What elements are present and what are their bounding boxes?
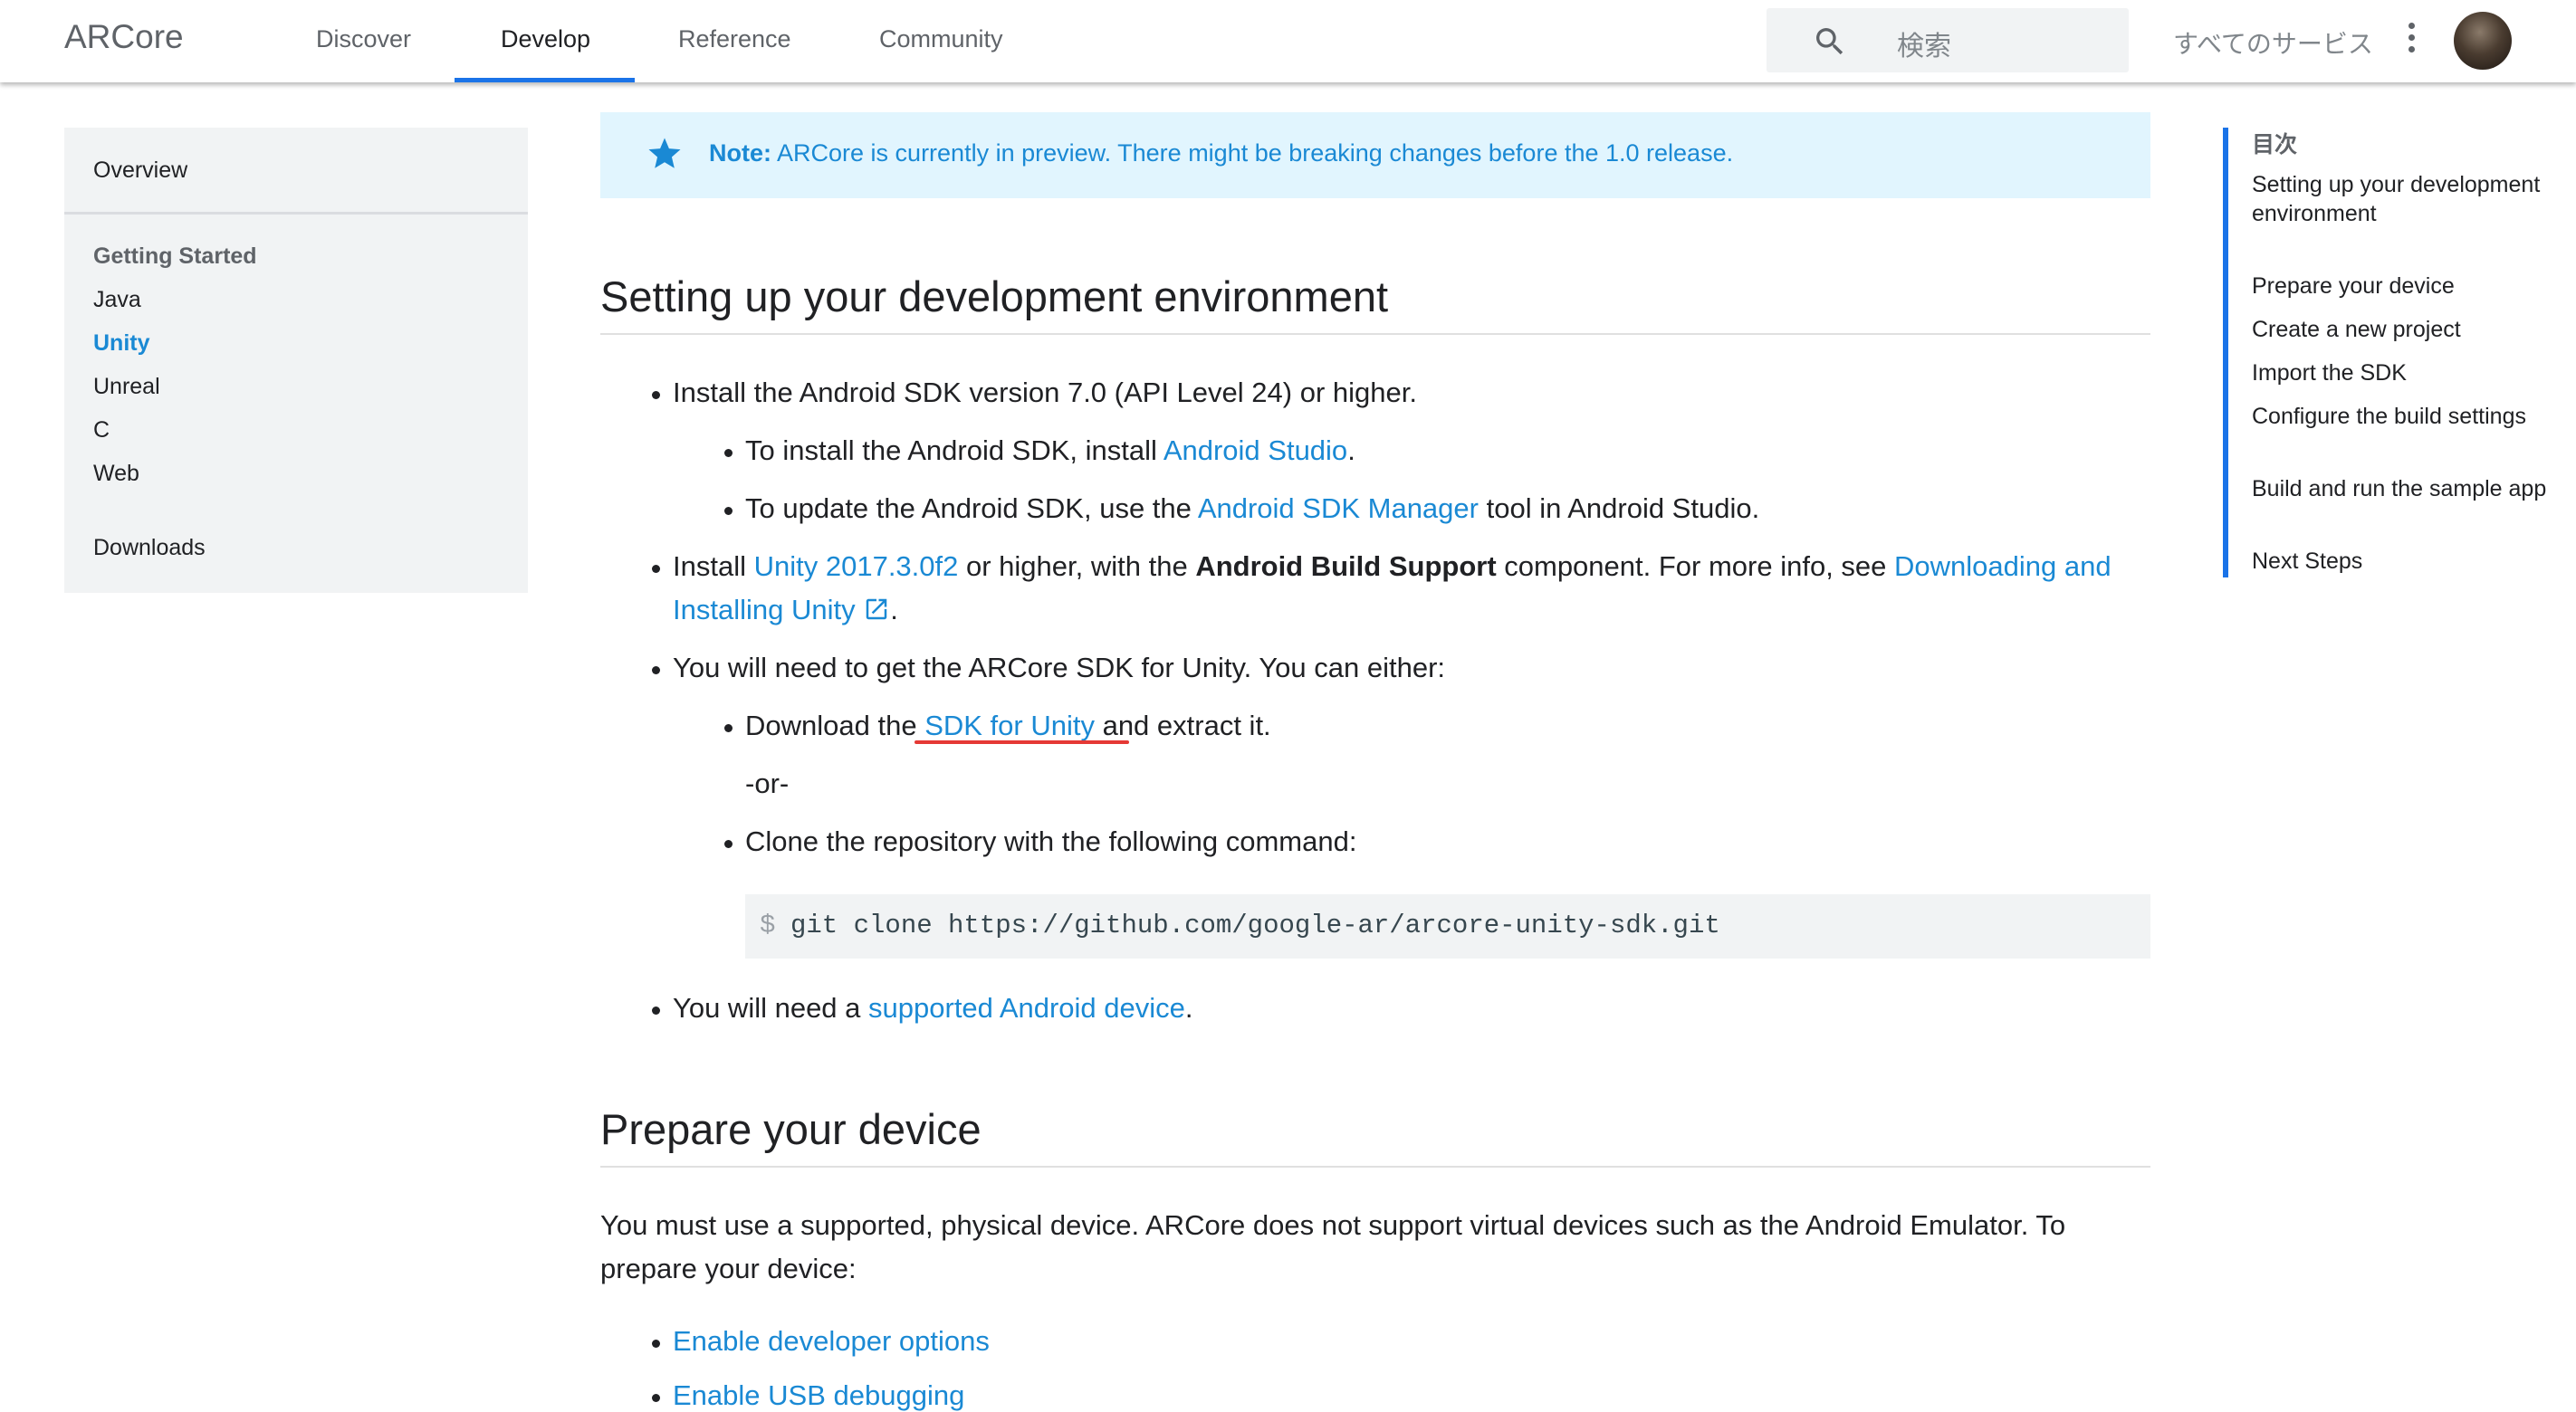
heading-setup-environment: Setting up your development environment	[600, 272, 1389, 320]
toc-item-import-sdk[interactable]: Import the SDK	[2252, 358, 2551, 387]
text-fragment: Download the	[745, 710, 917, 741]
sdk-for-unity-link[interactable]: SDK for Unity	[917, 710, 1103, 741]
tab-discover[interactable]: Discover	[316, 25, 411, 53]
nav-divider	[64, 212, 528, 215]
text-fragment: component. For more info, see	[1496, 550, 1895, 582]
list-item-install-android-studio: To install the Android SDK, install Andr…	[745, 434, 1355, 467]
note-label: Note:	[709, 139, 771, 167]
heading-rule	[600, 1166, 2150, 1168]
downloading-installing-unity-link[interactable]: Downloading and	[1894, 550, 2112, 582]
enable-developer-options-link[interactable]: Enable developer options	[673, 1325, 990, 1357]
unity-version-link[interactable]: Unity 2017.3.0f2	[754, 550, 959, 582]
nav-item-c[interactable]: C	[93, 417, 110, 444]
toc-item-setup[interactable]: Setting up your development environment	[2252, 170, 2551, 228]
left-nav: Overview Getting Started Java Unity Unre…	[64, 128, 528, 593]
bullet	[652, 666, 660, 674]
bullet	[724, 724, 733, 732]
bullet	[652, 565, 660, 573]
supported-device-link[interactable]: supported Android device	[868, 992, 1185, 1024]
toc-item-new-project[interactable]: Create a new project	[2252, 315, 2551, 344]
nav-item-unity[interactable]: Unity	[93, 330, 150, 357]
toc-indicator-bar	[2223, 128, 2228, 577]
list-item-install-sdk: Install the Android SDK version 7.0 (API…	[673, 377, 1417, 408]
list-item-clone-repo: Clone the repository with the following …	[745, 825, 1357, 857]
text-fragment: .	[1184, 992, 1193, 1024]
git-clone-command[interactable]: git clone https://github.com/google-ar/a…	[790, 911, 1720, 940]
nav-item-unreal[interactable]: Unreal	[93, 374, 160, 400]
text-fragment: To install the Android SDK, install	[745, 434, 1164, 466]
bullet	[724, 507, 733, 515]
code-prompt: $	[760, 911, 776, 940]
text-fragment: tool in Android Studio.	[1478, 492, 1760, 524]
list-item-update-sdk: To update the Android SDK, use the Andro…	[745, 492, 1759, 525]
prepare-device-paragraph: You must use a supported, physical devic…	[600, 1209, 2066, 1284]
list-item-developer-options: Enable developer options	[673, 1325, 990, 1358]
nav-item-overview[interactable]: Overview	[93, 157, 187, 184]
or-separator: -or-	[745, 768, 790, 799]
nav-item-java[interactable]: Java	[93, 287, 141, 313]
list-item-supported-device: You will need a supported Android device…	[673, 992, 1193, 1025]
list-item-install-unity: Install Unity 2017.3.0f2 or higher, with…	[673, 550, 2112, 583]
avatar[interactable]	[2454, 12, 2512, 70]
text-fragment: .	[890, 594, 898, 625]
text-fragment: .	[1347, 434, 1355, 466]
text-fragment: To update the Android SDK, use the	[745, 492, 1198, 524]
text-fragment: or higher, with the	[958, 550, 1196, 582]
list-item-usb-debugging: Enable USB debugging	[673, 1379, 964, 1412]
bullet	[724, 449, 733, 457]
enable-usb-debugging-link[interactable]: Enable USB debugging	[673, 1379, 964, 1411]
tab-community[interactable]: Community	[879, 25, 1003, 53]
nav-item-web[interactable]: Web	[93, 461, 139, 487]
bullet	[652, 1394, 660, 1402]
active-tab-indicator	[455, 78, 635, 82]
note-body: ARCore is currently in preview. There mi…	[777, 139, 1734, 167]
list-item-install-unity-line2: Installing Unity .	[673, 594, 898, 626]
list-item-download-sdk: Download the SDK for Unity and extract i…	[745, 710, 1271, 742]
bullet	[652, 1340, 660, 1348]
nav-item-downloads[interactable]: Downloads	[93, 535, 206, 561]
heading-rule	[600, 333, 2150, 335]
toc-item-next-steps[interactable]: Next Steps	[2252, 547, 2551, 576]
more-vert-icon[interactable]	[2405, 23, 2418, 59]
tab-develop[interactable]: Develop	[501, 25, 590, 53]
android-build-support-text: Android Build Support	[1195, 550, 1497, 582]
search-input[interactable]: 検索	[1767, 8, 2129, 72]
brand-logo[interactable]: ARCore	[64, 18, 184, 56]
nav-section-getting-started[interactable]: Getting Started	[93, 243, 257, 270]
android-studio-link[interactable]: Android Studio	[1164, 434, 1347, 466]
all-services-link[interactable]: すべてのサービス	[2173, 24, 2373, 61]
bullet	[652, 1007, 660, 1015]
red-annotation-underline	[915, 740, 1129, 744]
preview-note: Note: ARCore is currently in preview. Th…	[600, 112, 2150, 198]
note-text: Note: ARCore is currently in preview. Th…	[709, 139, 1733, 167]
toc-item-build-run[interactable]: Build and run the sample app	[2252, 474, 2551, 503]
downloading-installing-unity-link-cont[interactable]: Installing Unity	[673, 594, 856, 625]
star-icon	[648, 138, 681, 168]
android-sdk-manager-link[interactable]: Android SDK Manager	[1198, 492, 1479, 524]
toc-title: 目次	[2252, 132, 2298, 157]
tab-reference[interactable]: Reference	[678, 25, 791, 53]
bullet	[652, 391, 660, 399]
toc-item-build-settings[interactable]: Configure the build settings	[2252, 402, 2551, 431]
code-block[interactable]: $ git clone https://github.com/google-ar…	[745, 894, 2150, 959]
search-placeholder: 検索	[1897, 32, 1951, 62]
text-fragment: Install	[673, 550, 754, 582]
toc-item-prepare-device[interactable]: Prepare your device	[2252, 272, 2551, 301]
external-link-icon[interactable]	[863, 596, 890, 623]
text-fragment: and extract it.	[1102, 710, 1271, 741]
list-item-get-sdk: You will need to get the ARCore SDK for …	[673, 652, 1446, 683]
bullet	[724, 840, 733, 848]
search-icon[interactable]	[1812, 24, 1848, 60]
top-app-bar: ARCore Discover Develop Reference Commun…	[0, 0, 2576, 82]
text-fragment: You will need a	[673, 992, 869, 1024]
heading-prepare-device: Prepare your device	[600, 1105, 982, 1153]
